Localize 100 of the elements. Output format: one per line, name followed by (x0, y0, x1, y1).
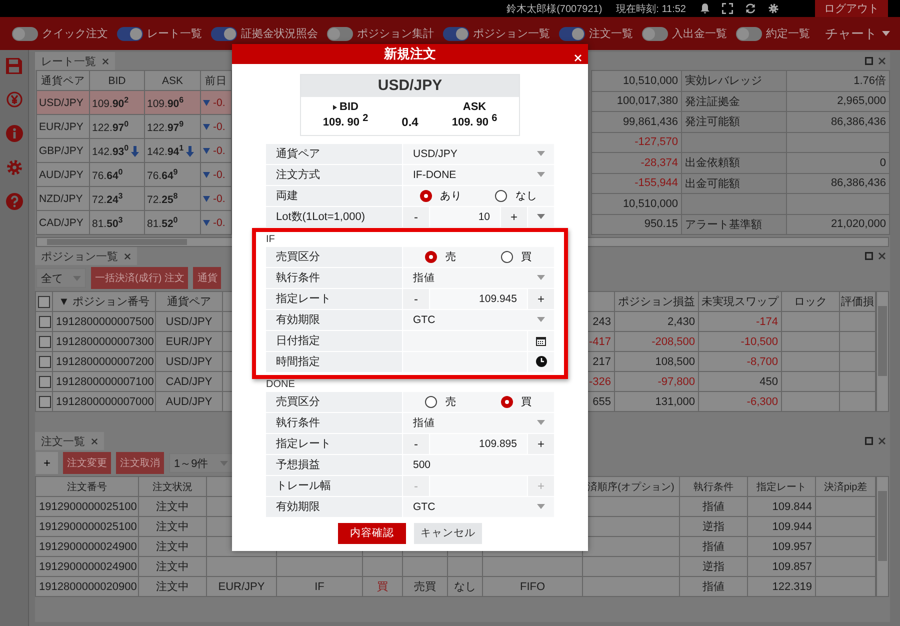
ask-price: 81.52$^{0}$ (147, 218, 178, 230)
bid-price: 122.97$^{0}$ (92, 122, 129, 134)
column-header: BID (90, 70, 144, 90)
change-value: -0. (213, 120, 226, 132)
section-label: IF (266, 234, 276, 247)
field-label: 有効期限 (266, 496, 402, 517)
table-cell: 発注証拠金 (682, 91, 786, 112)
table-cell: GBP/JPY (36, 138, 90, 162)
table-cell: 108,500 (614, 352, 698, 372)
field-label: 時間指定 (266, 352, 402, 372)
table-cell: -6,300 (698, 392, 782, 412)
column-header: 前日 (200, 70, 232, 90)
table-cell: 注文中 (138, 536, 206, 556)
table-cell: 1.76倍 (786, 70, 890, 91)
table-cell: USD/JPY (156, 352, 222, 372)
table-cell: 950.15 (592, 214, 682, 234)
table-cell: 実効レバレッジ (682, 70, 786, 91)
bid-price: 76.64$^{0}$ (92, 170, 123, 182)
current-time: 現在時刻: 11:52 (616, 2, 686, 16)
ask-price: 76.64$^{9}$ (147, 170, 178, 182)
change-value: -0. (213, 216, 226, 228)
table-cell: 122.319 (748, 576, 816, 596)
field-label: 指定レート (266, 434, 402, 454)
table-cell: -174 (698, 312, 782, 332)
table-cell: CAD/JPY (36, 210, 90, 234)
column-header: 未実現スワップ (698, 292, 782, 312)
change-value: -0. (213, 96, 226, 108)
table-cell: 出金依頼額 (682, 152, 786, 173)
table-cell: 0 (786, 152, 890, 173)
table-cell: 86,386,436 (786, 112, 890, 132)
field-label: 注文方式 (266, 164, 402, 185)
table-cell: 注文中 (138, 556, 206, 576)
table-cell: 注文中 (138, 516, 206, 536)
ask-price: 122.97$^{9}$ (147, 122, 184, 134)
field-label: 両建 (266, 186, 402, 206)
table-cell: 1912900000025100 (36, 496, 138, 516)
section-label: DONE (266, 378, 296, 392)
table-cell: FIFO (482, 576, 582, 596)
field-label: 執行条件 (266, 268, 402, 288)
table-cell: 10,510,000 (592, 70, 682, 91)
table-cell: 1912800000007500 (52, 312, 156, 332)
table-cell: 指値 (680, 576, 748, 596)
table-cell: 指値 (680, 536, 748, 556)
field-label: 売買区分 (266, 392, 402, 412)
table-cell: 109.857 (748, 556, 816, 576)
table-cell: CAD/JPY (156, 372, 222, 392)
change-value: -0. (213, 144, 226, 156)
table-cell: 131,000 (614, 392, 698, 412)
table-cell: 逆指 (680, 556, 748, 576)
table-cell: 2,965,000 (786, 91, 890, 112)
ask-label: ASK (462, 101, 486, 113)
field-label: 予想損益 (266, 454, 402, 475)
table-cell: EUR/JPY (156, 332, 222, 352)
table-cell: 注文中 (138, 496, 206, 516)
table-cell: なし (448, 576, 482, 596)
table-cell: 1912800000007300 (52, 332, 156, 352)
bid-price: 142.93$^{0}$ (92, 146, 129, 158)
bid-price: 109.90$^{2}$ (92, 98, 129, 110)
table-cell: AUD/JPY (36, 162, 90, 186)
table-cell: 売買 (402, 576, 448, 596)
table-cell: 出金可能額 (682, 173, 786, 194)
table-cell: 買 (362, 576, 402, 596)
column-header: 通貨ペア (156, 292, 222, 312)
column-header: 注文状況 (138, 476, 206, 496)
field-label: 日付指定 (266, 330, 402, 351)
column-header: 指定レート (748, 476, 816, 496)
table-cell: EUR/JPY (36, 114, 90, 138)
spread-value: 0.4 (400, 114, 420, 129)
table-cell: 1912800000007200 (52, 352, 156, 372)
table-cell: USD/JPY (156, 312, 222, 332)
table-cell: 109.844 (748, 496, 816, 516)
table-cell: 2,430 (614, 312, 698, 332)
table-cell: -208,500 (614, 332, 698, 352)
table-cell: 99,861,436 (592, 112, 682, 132)
table-cell: 指値 (680, 496, 748, 516)
ask-price: 72.25$^{8}$ (147, 194, 178, 206)
table-cell: 注文中 (138, 576, 206, 596)
bid-price: 72.24$^{3}$ (92, 194, 123, 206)
field-label: 有効期限 (266, 310, 402, 330)
table-cell: 1912900000024900 (36, 556, 138, 576)
field-label: 通貨ペア (266, 144, 402, 164)
dialog-title: 新規注文 (384, 45, 436, 63)
column-header: ロック (782, 292, 840, 312)
user-name: 鈴木太郎様(7007921) (506, 2, 602, 16)
table-cell: 21,020,000 (786, 214, 890, 234)
field-label: 売買区分 (266, 246, 402, 267)
table-cell: -155,944 (592, 173, 682, 194)
table-cell: 450 (698, 372, 782, 392)
table-cell: AUD/JPY (156, 392, 222, 412)
table-cell: 109.944 (748, 516, 816, 536)
field-label: 指定レート (266, 288, 402, 309)
table-cell: 100,017,380 (592, 91, 682, 112)
column-header: ASK (144, 70, 200, 90)
table-cell: 10,510,000 (592, 194, 682, 214)
table-cell: NZD/JPY (36, 186, 90, 210)
table-cell: -127,570 (592, 132, 682, 152)
table-cell: -28,374 (592, 152, 682, 173)
table-cell: 1912800000020900 (36, 576, 138, 596)
change-value: -0. (213, 192, 226, 204)
field-label: 執行条件 (266, 412, 402, 433)
